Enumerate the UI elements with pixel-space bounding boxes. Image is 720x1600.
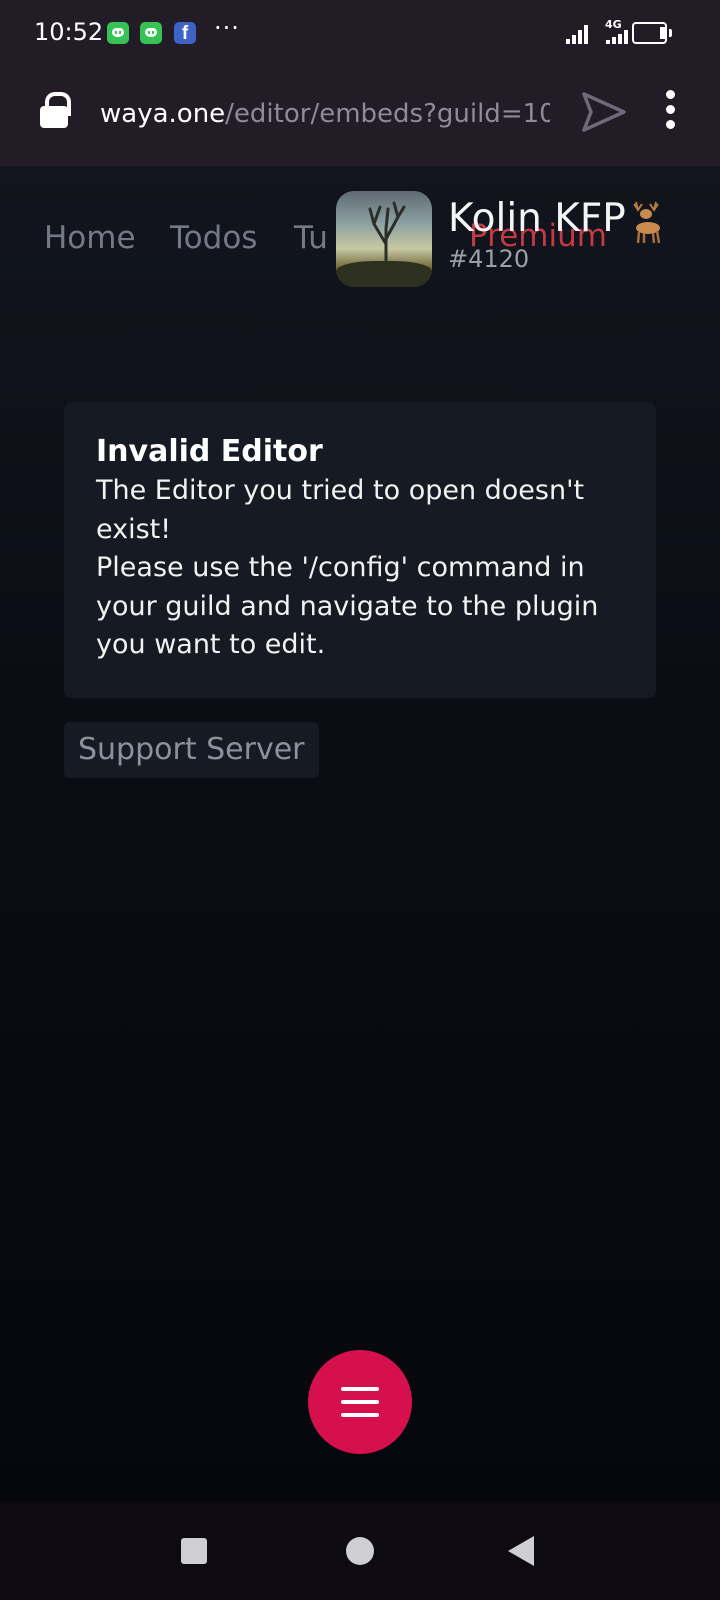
nav-home-link[interactable]: Home bbox=[44, 218, 136, 258]
status-bar: 10:52 f ··· 4G bbox=[0, 0, 720, 68]
signal-icon bbox=[566, 24, 588, 44]
menu-dots-icon[interactable] bbox=[663, 90, 677, 134]
status-time: 10:52 bbox=[34, 18, 104, 46]
support-server-button[interactable]: Support Server bbox=[64, 722, 319, 778]
lock-icon[interactable] bbox=[40, 92, 71, 128]
discord-icon bbox=[140, 22, 162, 44]
send-icon[interactable] bbox=[580, 90, 628, 134]
url-path: /editor/embeds?guild=10 bbox=[225, 99, 550, 129]
page-content: Home Todos Tu Premium Kolin KFP #4120 In… bbox=[0, 166, 720, 1502]
user-tag: #4120 bbox=[448, 245, 530, 273]
error-message: The Editor you tried to open doesn't exi… bbox=[96, 475, 599, 660]
nav-tutorials-link[interactable]: Tu bbox=[294, 218, 328, 258]
recent-apps-icon[interactable] bbox=[181, 1538, 207, 1564]
signal-icon bbox=[606, 30, 628, 44]
browser-url-bar: waya.one/editor/embeds?guild=10 bbox=[0, 68, 720, 166]
nav-todos-link[interactable]: Todos bbox=[170, 218, 257, 258]
system-nav-bar bbox=[0, 1502, 720, 1600]
error-title: Invalid Editor bbox=[96, 434, 323, 469]
menu-fab-button[interactable] bbox=[308, 1350, 412, 1454]
battery-icon bbox=[632, 22, 672, 44]
url-domain: waya.one bbox=[100, 99, 226, 129]
screen: 10:52 f ··· 4G waya.one/editor/embeds?gu… bbox=[0, 0, 720, 1600]
more-notifications-icon: ··· bbox=[214, 14, 240, 42]
avatar[interactable] bbox=[336, 191, 432, 287]
error-card: Invalid Editor The Editor you tried to o… bbox=[64, 402, 656, 698]
avatar-ground bbox=[336, 261, 432, 287]
facebook-icon: f bbox=[174, 22, 196, 44]
home-icon[interactable] bbox=[346, 1537, 374, 1565]
discord-icon bbox=[107, 22, 129, 44]
user-name: Kolin KFP bbox=[448, 196, 626, 241]
back-icon[interactable] bbox=[508, 1536, 534, 1566]
url-field[interactable]: waya.one/editor/embeds?guild=10 bbox=[100, 96, 550, 132]
deer-icon bbox=[633, 201, 661, 244]
